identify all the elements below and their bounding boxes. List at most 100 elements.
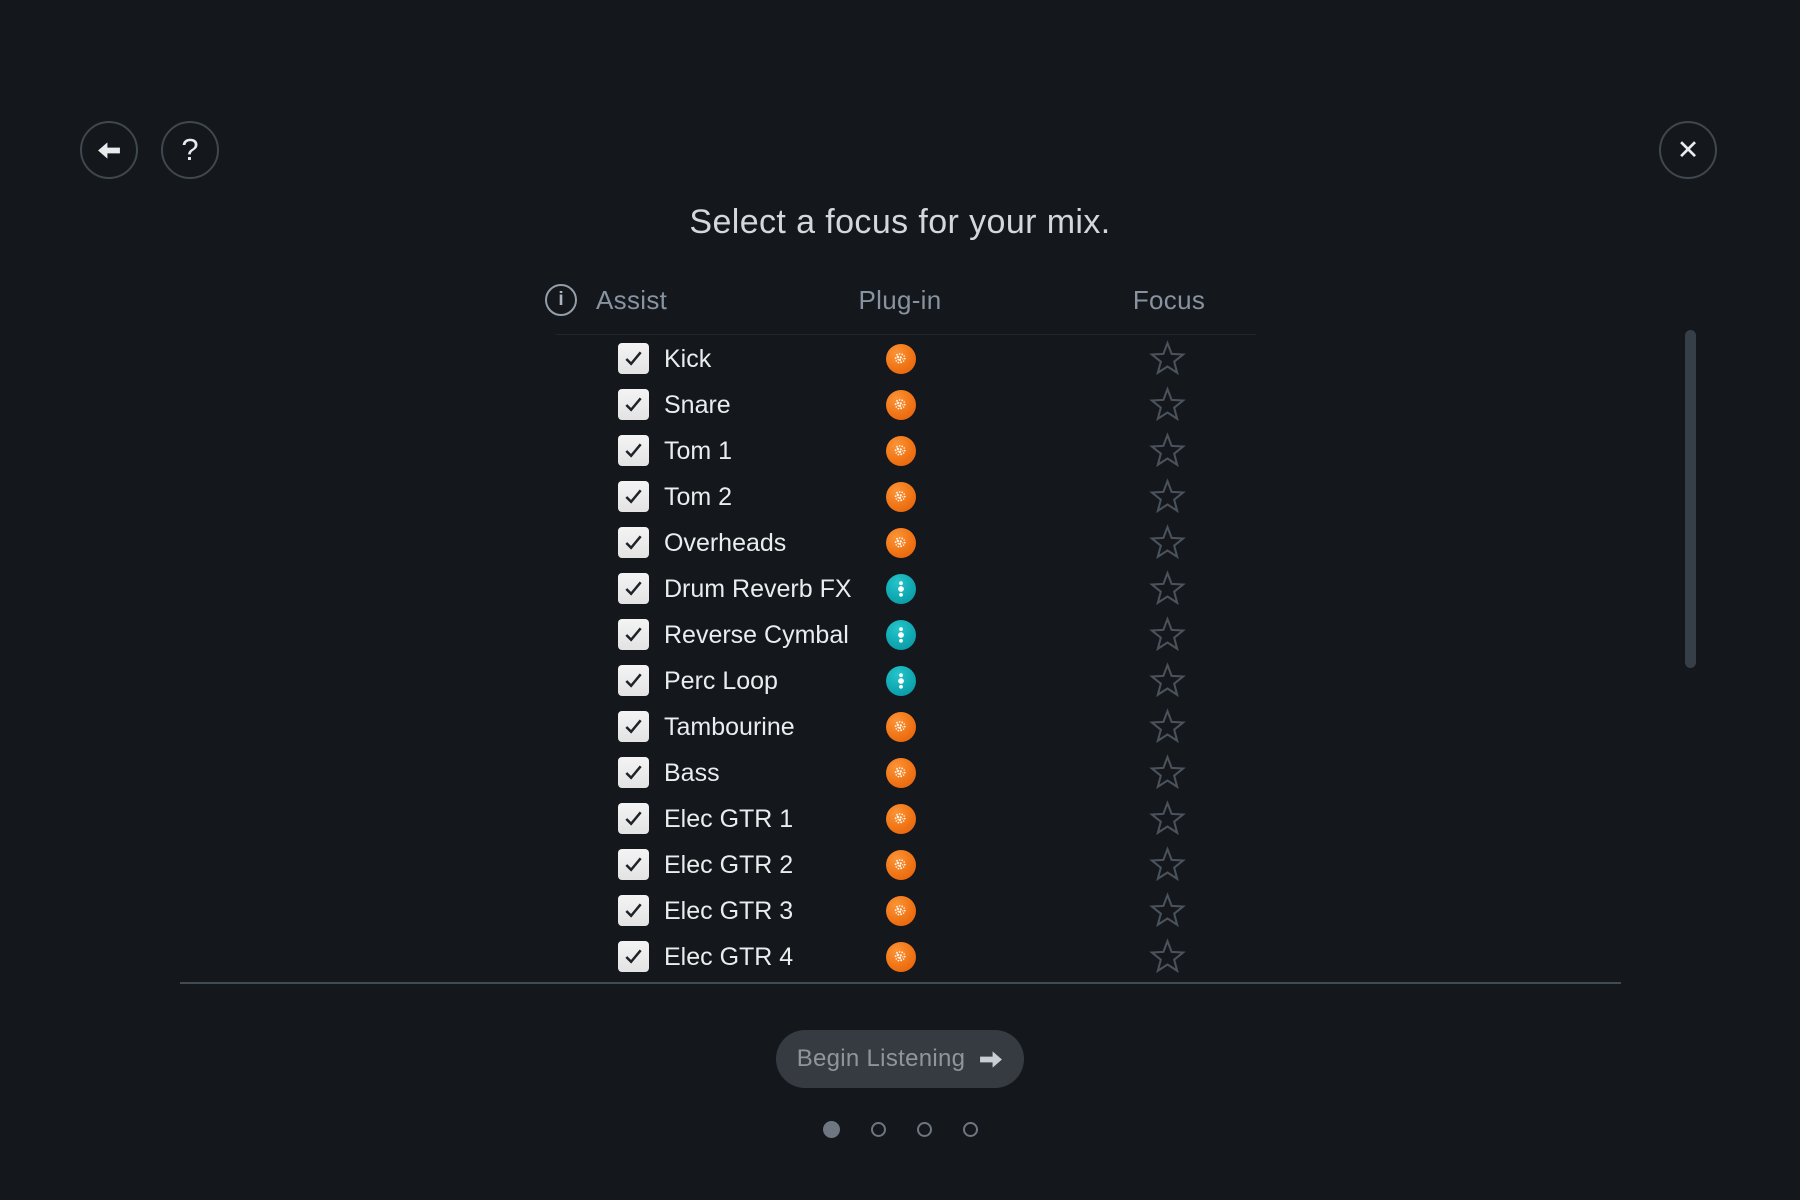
column-header-plugin: Plug-in — [858, 284, 941, 316]
focus-star-icon[interactable] — [1149, 800, 1186, 837]
teal-dots-plugin-icon[interactable] — [886, 574, 916, 604]
focus-star-icon[interactable] — [1149, 708, 1186, 745]
orange-dots-glyph — [886, 712, 916, 742]
star-outline-glyph — [1149, 846, 1186, 883]
track-label: Tom 2 — [664, 474, 732, 520]
track-checkbox[interactable] — [618, 481, 649, 512]
info-glyph: i — [558, 289, 563, 311]
track-checkbox[interactable] — [618, 527, 649, 558]
track-checkbox[interactable] — [618, 665, 649, 696]
focus-star-icon[interactable] — [1149, 892, 1186, 929]
focus-star-icon[interactable] — [1149, 340, 1186, 377]
orange-dots-plugin-icon[interactable] — [886, 804, 916, 834]
focus-star-icon[interactable] — [1149, 938, 1186, 975]
teal-dots-glyph — [886, 620, 916, 650]
focus-star-icon[interactable] — [1149, 478, 1186, 515]
track-label: Snare — [664, 382, 731, 428]
track-label: Tambourine — [664, 704, 795, 750]
track-list: Kick Snare — [0, 336, 1800, 980]
column-header-assist: Assist — [596, 284, 667, 316]
track-checkbox[interactable] — [618, 757, 649, 788]
track-row: Tom 2 — [0, 474, 1800, 520]
page-dot[interactable] — [871, 1122, 886, 1137]
track-label: Kick — [664, 336, 711, 382]
star-outline-glyph — [1149, 800, 1186, 837]
track-checkbox[interactable] — [618, 389, 649, 420]
teal-dots-glyph — [886, 574, 916, 604]
orange-dots-glyph — [886, 344, 916, 374]
column-header-focus: Focus — [1133, 284, 1205, 316]
orange-dots-plugin-icon[interactable] — [886, 758, 916, 788]
orange-dots-plugin-icon[interactable] — [886, 390, 916, 420]
track-checkbox[interactable] — [618, 343, 649, 374]
help-button[interactable]: ? — [161, 121, 219, 179]
begin-listening-button[interactable]: Begin Listening — [776, 1030, 1024, 1088]
orange-dots-plugin-icon[interactable] — [886, 528, 916, 558]
track-row: Overheads — [0, 520, 1800, 566]
teal-dots-glyph — [886, 666, 916, 696]
checkmark-icon — [622, 439, 645, 462]
question-mark-icon: ? — [181, 134, 198, 165]
begin-listening-label: Begin Listening — [797, 1045, 966, 1073]
mix-assistant-screen: ? ✕ Select a focus for your mix. i Assis… — [0, 0, 1800, 1200]
star-outline-glyph — [1149, 616, 1186, 653]
track-row: Bass — [0, 750, 1800, 796]
track-label: Elec GTR 1 — [664, 796, 793, 842]
orange-dots-glyph — [886, 804, 916, 834]
orange-dots-plugin-icon[interactable] — [886, 896, 916, 926]
orange-dots-glyph — [886, 896, 916, 926]
track-row: Elec GTR 2 — [0, 842, 1800, 888]
checkmark-icon — [622, 393, 645, 416]
teal-dots-plugin-icon[interactable] — [886, 666, 916, 696]
checkmark-icon — [622, 945, 645, 968]
focus-star-icon[interactable] — [1149, 662, 1186, 699]
orange-dots-glyph — [886, 482, 916, 512]
checkmark-icon — [622, 531, 645, 554]
teal-dots-plugin-icon[interactable] — [886, 620, 916, 650]
page-dot-active[interactable] — [823, 1121, 840, 1138]
track-checkbox[interactable] — [618, 941, 649, 972]
orange-dots-plugin-icon[interactable] — [886, 436, 916, 466]
focus-star-icon[interactable] — [1149, 524, 1186, 561]
focus-star-icon[interactable] — [1149, 616, 1186, 653]
star-outline-glyph — [1149, 708, 1186, 745]
orange-dots-plugin-icon[interactable] — [886, 344, 916, 374]
track-checkbox[interactable] — [618, 803, 649, 834]
focus-star-icon[interactable] — [1149, 432, 1186, 469]
orange-dots-plugin-icon[interactable] — [886, 942, 916, 972]
track-checkbox[interactable] — [618, 435, 649, 466]
close-button[interactable]: ✕ — [1659, 121, 1717, 179]
list-bottom-divider — [180, 982, 1621, 984]
track-checkbox[interactable] — [618, 895, 649, 926]
scrollbar-thumb[interactable] — [1685, 330, 1696, 668]
focus-star-icon[interactable] — [1149, 754, 1186, 791]
focus-star-icon[interactable] — [1149, 846, 1186, 883]
track-label: Tom 1 — [664, 428, 732, 474]
page-dot[interactable] — [963, 1122, 978, 1137]
focus-star-icon[interactable] — [1149, 386, 1186, 423]
track-label: Perc Loop — [664, 658, 778, 704]
orange-dots-plugin-icon[interactable] — [886, 482, 916, 512]
track-checkbox[interactable] — [618, 619, 649, 650]
page-indicator — [0, 1119, 1800, 1139]
track-row: Snare — [0, 382, 1800, 428]
back-button[interactable] — [80, 121, 138, 179]
checkmark-icon — [622, 761, 645, 784]
track-checkbox[interactable] — [618, 849, 649, 880]
track-row: Reverse Cymbal — [0, 612, 1800, 658]
page-title: Select a focus for your mix. — [0, 203, 1800, 242]
orange-dots-plugin-icon[interactable] — [886, 712, 916, 742]
checkmark-icon — [622, 485, 645, 508]
page-dot[interactable] — [917, 1122, 932, 1137]
star-outline-glyph — [1149, 524, 1186, 561]
star-outline-glyph — [1149, 662, 1186, 699]
focus-star-icon[interactable] — [1149, 570, 1186, 607]
checkmark-icon — [622, 347, 645, 370]
checkmark-icon — [622, 899, 645, 922]
track-checkbox[interactable] — [618, 573, 649, 604]
track-checkbox[interactable] — [618, 711, 649, 742]
info-icon[interactable]: i — [545, 284, 577, 316]
track-row: Elec GTR 4 — [0, 934, 1800, 980]
track-label: Elec GTR 3 — [664, 888, 793, 934]
orange-dots-plugin-icon[interactable] — [886, 850, 916, 880]
